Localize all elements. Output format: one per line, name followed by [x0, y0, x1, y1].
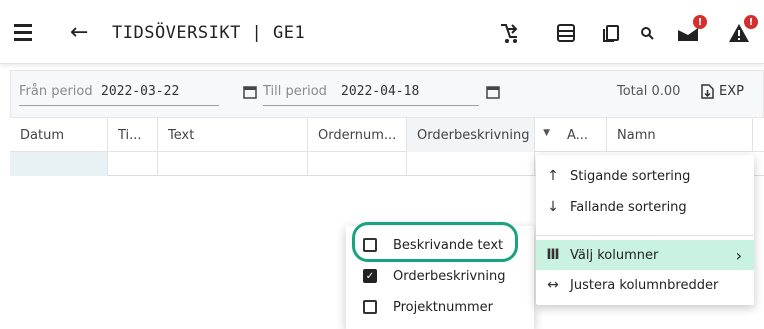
filter-cell[interactable]	[108, 152, 158, 176]
column-header-ti[interactable]: Ti...	[108, 118, 158, 152]
export-button[interactable]: EXP	[719, 84, 744, 99]
mail-badge: !	[693, 15, 707, 29]
to-period-label: Till period	[263, 84, 327, 99]
menu-item-label: Stigande sortering	[570, 168, 691, 184]
to-period-underline	[263, 105, 479, 106]
menu-item-label: Fallande sortering	[570, 199, 687, 215]
column-header-namn[interactable]: Namn	[607, 118, 753, 152]
column-header-label: Orderbeskrivning	[417, 127, 530, 143]
column-header-a[interactable]: A...	[557, 118, 607, 152]
column-option-orderbeskrivning[interactable]: ✓ Orderbeskrivning	[346, 261, 534, 291]
to-period-input[interactable]: 2022-04-18	[341, 84, 419, 99]
export-icon[interactable]	[701, 84, 714, 103]
mail-icon[interactable]: !	[677, 15, 707, 44]
from-period-input[interactable]: 2022-03-22	[101, 84, 179, 99]
checked-checkbox-icon[interactable]: ✓	[363, 269, 377, 283]
menu-item-adjust-column-widths[interactable]: ↔ Justera kolumnbredder	[536, 270, 754, 300]
column-option-projektnummer[interactable]: Projektnummer	[346, 292, 534, 322]
checkbox-icon[interactable]	[363, 300, 377, 314]
filter-cell[interactable]	[308, 152, 407, 176]
alert-badge: !	[744, 15, 758, 29]
from-period-label: Från period	[19, 84, 93, 99]
app-window: ← TIDSÖVERSIKT | GE1 ! ! Från period 202…	[0, 0, 764, 329]
page-title: TIDSÖVERSIKT | GE1	[112, 23, 306, 43]
column-option-label: Orderbeskrivning	[393, 268, 506, 284]
resize-horizontal-icon: ↔	[547, 277, 559, 293]
column-header-text[interactable]: Text	[158, 118, 308, 152]
column-header-datum[interactable]: Datum	[10, 118, 108, 152]
filter-cell[interactable]	[407, 152, 535, 176]
highlight-ring	[352, 222, 518, 262]
hamburger-icon[interactable]	[14, 24, 36, 42]
from-period-underline	[19, 105, 219, 106]
menu-item-sort-descending[interactable]: ↓ Fallande sortering	[536, 192, 754, 222]
columns-icon: Ⅲ	[546, 247, 560, 263]
menu-item-label: Välj kolumner	[570, 247, 659, 263]
column-option-label: Projektnummer	[393, 299, 494, 315]
app-header: ← TIDSÖVERSIKT | GE1 ! !	[0, 0, 764, 64]
column-header-ordernummer[interactable]: Ordernum...	[308, 118, 407, 152]
branch-icon[interactable]	[498, 22, 520, 44]
arrow-down-icon: ↓	[547, 199, 559, 215]
alert-icon[interactable]: !	[728, 15, 758, 44]
total-amount: Total 0.00	[617, 84, 681, 99]
copy-icon[interactable]	[601, 22, 621, 44]
search-icon[interactable]	[640, 22, 654, 44]
grid-header: Datum Ti... Text Ordernum... Orderbeskri…	[10, 118, 764, 152]
filter-bar: Från period 2022-03-22 Till period 2022-…	[10, 70, 764, 118]
back-arrow-icon[interactable]: ←	[70, 20, 88, 45]
filter-cell[interactable]	[158, 152, 308, 176]
menu-item-sort-ascending[interactable]: ↑ Stigande sortering	[536, 161, 754, 191]
filter-cell[interactable]	[10, 152, 108, 176]
column-header-orderbeskrivning[interactable]: Orderbeskrivning ▼	[407, 118, 550, 152]
calculator-icon[interactable]	[556, 22, 576, 44]
column-context-menu: ↑ Stigande sortering ↓ Fallande sorterin…	[536, 155, 754, 305]
menu-item-choose-columns[interactable]: Ⅲ Välj kolumner ›	[536, 240, 754, 270]
arrow-up-icon: ↑	[547, 168, 559, 184]
menu-divider	[536, 235, 754, 236]
menu-item-label: Justera kolumnbredder	[570, 277, 719, 293]
calendar-icon[interactable]	[243, 84, 257, 103]
calendar-icon[interactable]	[486, 84, 500, 103]
chevron-right-icon: ›	[735, 245, 742, 265]
column-menu-icon[interactable]: ▼	[543, 128, 550, 138]
